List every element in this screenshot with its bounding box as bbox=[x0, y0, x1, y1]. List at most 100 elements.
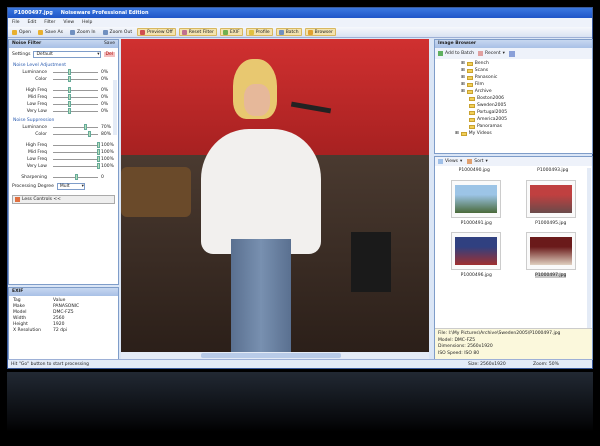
folder-icon bbox=[469, 124, 475, 129]
folder-label: Archive bbox=[474, 89, 492, 94]
toolbar-button-reset-filter[interactable]: Reset Filter bbox=[178, 28, 217, 36]
processing-degree-select[interactable]: Mult ▾ bbox=[56, 183, 85, 190]
folder-item[interactable]: Sweden2005 bbox=[455, 102, 592, 109]
toolbar-button-preview-off[interactable]: Preview Off bbox=[137, 28, 176, 36]
toolbar-button-exif[interactable]: EXIF bbox=[219, 28, 243, 36]
folder-item[interactable]: America2005 bbox=[455, 116, 592, 123]
folder-item[interactable]: ⊞ Scans bbox=[455, 67, 592, 74]
slider-thumb[interactable] bbox=[88, 131, 91, 137]
slider-thumb[interactable] bbox=[67, 108, 71, 114]
toolbar-label: Reset Filter bbox=[188, 29, 214, 35]
exif-scrollbar[interactable] bbox=[113, 80, 117, 135]
toolbar-button-profile[interactable]: Profile bbox=[245, 28, 273, 36]
thumbnail[interactable]: P1000496.jpg bbox=[451, 232, 502, 278]
settings-select[interactable]: Default ▾ bbox=[33, 50, 101, 58]
expand-icon[interactable]: ⊞ bbox=[461, 89, 465, 94]
slider-value: 100% bbox=[101, 164, 114, 169]
menu-filter[interactable]: Filter bbox=[44, 18, 55, 27]
save-profile-button[interactable]: Save bbox=[104, 40, 115, 48]
slider[interactable] bbox=[53, 94, 98, 100]
chevron-down-icon: ▾ bbox=[97, 51, 100, 57]
folder-item[interactable]: Portugal2005 bbox=[455, 109, 592, 116]
delete-profile-button[interactable]: Del bbox=[103, 51, 115, 57]
views-button[interactable]: Views ▾ bbox=[438, 159, 462, 164]
toolbar-button-browser[interactable]: Browser bbox=[304, 28, 336, 36]
folder-item[interactable]: Panoramas bbox=[455, 123, 592, 130]
slider-thumb[interactable] bbox=[67, 94, 71, 100]
panel-title: Image Browser bbox=[438, 41, 477, 46]
folder-icon bbox=[466, 75, 473, 80]
folder-item[interactable]: ⊞ Film bbox=[455, 81, 592, 88]
expand-icon[interactable]: ⊞ bbox=[461, 68, 465, 73]
slider[interactable] bbox=[53, 69, 98, 75]
sharpening-slider[interactable] bbox=[53, 174, 98, 180]
slider[interactable] bbox=[53, 156, 100, 162]
thumbnail[interactable]: P1000497.jpg bbox=[525, 232, 576, 278]
menu-view[interactable]: View bbox=[63, 18, 74, 27]
slider[interactable] bbox=[53, 131, 98, 137]
folder-item[interactable]: ⊞ Bench bbox=[455, 60, 592, 67]
less-controls-button[interactable]: Less Controls << bbox=[12, 195, 115, 204]
menu-file[interactable]: File bbox=[12, 18, 20, 27]
slider-thumb[interactable] bbox=[67, 87, 71, 93]
slider[interactable] bbox=[53, 87, 98, 93]
slider-thumb[interactable] bbox=[97, 156, 100, 162]
toolbar-button-zoom-out[interactable]: Zoom Out bbox=[101, 28, 135, 36]
toolbar-button-open[interactable]: Open bbox=[10, 28, 33, 36]
folder-label: Scans bbox=[474, 68, 489, 73]
folder-item[interactable]: ⊞ My Videos bbox=[455, 130, 592, 137]
up-folder-icon[interactable] bbox=[508, 50, 515, 57]
thumbnail[interactable]: P1000495.jpg bbox=[525, 180, 576, 226]
toolbar-button-save-as[interactable]: Save As bbox=[36, 28, 65, 36]
folder-item[interactable]: ⊞ Panasonic bbox=[455, 74, 592, 81]
slider-thumb[interactable] bbox=[74, 174, 78, 180]
slider-thumb[interactable] bbox=[83, 124, 87, 130]
slider-row: Luminance 0% bbox=[9, 69, 118, 76]
scrollbar-thumb[interactable] bbox=[201, 353, 341, 358]
slider[interactable] bbox=[53, 142, 100, 148]
folder-label: My Videos bbox=[468, 131, 492, 136]
thumbnail[interactable]: P1000491.jpg bbox=[451, 180, 502, 226]
thumbnail-scrollbar[interactable] bbox=[587, 168, 591, 328]
menu-help[interactable]: Help bbox=[82, 18, 92, 27]
slider[interactable] bbox=[53, 163, 100, 169]
folder-icon bbox=[460, 131, 467, 136]
slider[interactable] bbox=[53, 108, 98, 114]
expand-icon[interactable]: ⊞ bbox=[461, 82, 465, 87]
add-to-batch-button[interactable]: Add to Batch bbox=[438, 51, 474, 56]
slider-thumb[interactable] bbox=[67, 76, 71, 82]
slider[interactable] bbox=[53, 101, 98, 107]
recent-icon bbox=[478, 51, 484, 56]
thumbnail-image bbox=[529, 237, 572, 265]
folder-item[interactable]: Boston2006 bbox=[455, 95, 592, 102]
slider-thumb[interactable] bbox=[97, 149, 100, 155]
image-browser-header: Image Browser bbox=[435, 40, 592, 48]
slider-thumb[interactable] bbox=[67, 69, 71, 75]
slider-row: Luminance 70% bbox=[9, 124, 118, 131]
slider[interactable] bbox=[53, 149, 100, 155]
toolbar-label: Zoom In bbox=[76, 29, 96, 35]
slider-thumb[interactable] bbox=[97, 142, 100, 148]
slider-row: Mid Freq 0% bbox=[9, 94, 118, 101]
menu-edit[interactable]: Edit bbox=[28, 18, 37, 27]
toolbar-button-batch[interactable]: Batch bbox=[275, 28, 302, 36]
recent-button[interactable]: Recent ▾ bbox=[478, 51, 505, 56]
thumbnail-label: P1000490.jpg bbox=[458, 168, 490, 173]
folder-item[interactable]: ⊞ Archive bbox=[455, 88, 592, 95]
folder-icon bbox=[466, 61, 473, 66]
slider[interactable] bbox=[53, 124, 98, 130]
thumbnail-panel: Views ▾ Sort ▾ P1000490.jpg P1000493.jpg… bbox=[434, 156, 593, 360]
expand-icon[interactable]: ⊞ bbox=[461, 61, 465, 66]
folder-icon bbox=[469, 103, 475, 108]
panel-title: Noise Filter bbox=[12, 41, 42, 46]
image-preview[interactable] bbox=[121, 39, 429, 360]
expand-icon[interactable]: ⊞ bbox=[461, 75, 465, 80]
slider-thumb[interactable] bbox=[97, 163, 100, 169]
toolbar-button-zoom-in[interactable]: Zoom In bbox=[68, 28, 98, 36]
slider-thumb[interactable] bbox=[67, 101, 71, 107]
slider-value: 0 bbox=[101, 175, 104, 180]
expand-icon[interactable]: ⊞ bbox=[455, 131, 459, 136]
sort-button[interactable]: Sort ▾ bbox=[467, 159, 488, 164]
slider[interactable] bbox=[53, 76, 98, 82]
sort-icon bbox=[467, 159, 473, 164]
